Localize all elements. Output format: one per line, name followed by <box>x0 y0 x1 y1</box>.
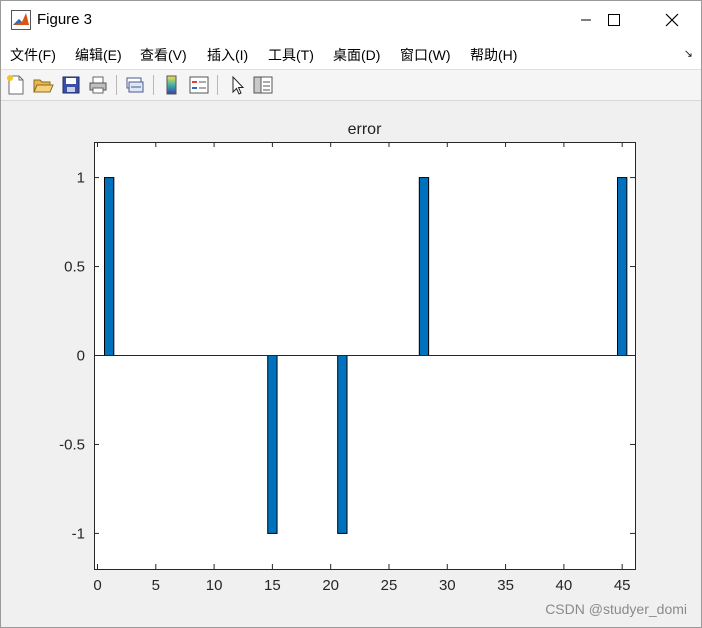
menu-view[interactable]: 查看(V) <box>140 45 187 65</box>
x-tick-label: 40 <box>556 577 573 594</box>
chart-title: error <box>348 121 382 138</box>
y-tick-label: 1 <box>77 170 85 187</box>
dock-arrow-icon[interactable]: ↘ <box>684 47 693 60</box>
y-tick-label: -0.5 <box>59 436 85 453</box>
x-tick-label: 25 <box>381 577 398 594</box>
menu-window[interactable]: 窗口(W) <box>400 45 451 65</box>
menu-desktop[interactable]: 桌面(D) <box>333 45 380 65</box>
toolbar-separator <box>116 75 117 95</box>
property-editor-icon[interactable] <box>252 74 274 96</box>
y-tick-label: 0 <box>77 348 85 365</box>
pointer-icon[interactable] <box>226 74 248 96</box>
y-tick-label: 0.5 <box>64 259 85 276</box>
legend-icon[interactable] <box>188 74 210 96</box>
bar <box>617 177 628 357</box>
axes-plot[interactable]: error 0 5 10 15 20 25 30 35 40 45 1 0.5 0 -0.5 -1 <box>1 101 701 627</box>
menu-bar: 文件(F) 编辑(E) 查看(V) 插入(I) 工具(T) 桌面(D) 窗口(W… <box>1 39 701 70</box>
close-button[interactable] <box>649 1 695 39</box>
close-icon <box>665 13 679 27</box>
link-plot-icon[interactable] <box>124 74 146 96</box>
window-title: Figure 3 <box>37 11 93 28</box>
x-tick-label: 10 <box>206 577 223 594</box>
bar <box>103 177 115 357</box>
bar <box>418 177 430 357</box>
open-file-icon[interactable] <box>32 74 54 96</box>
menu-file[interactable]: 文件(F) <box>10 45 56 65</box>
watermark: CSDN @studyer_domi <box>545 601 687 617</box>
colorbar-icon[interactable] <box>161 74 183 96</box>
toolbar-separator <box>217 75 218 95</box>
menu-edit[interactable]: 编辑(E) <box>75 45 122 65</box>
x-tick-label: 0 <box>93 577 101 594</box>
figure-canvas: error 0 5 10 15 20 25 30 35 40 45 1 0.5 0 -0.5 -1 CSDN… <box>1 101 701 627</box>
save-icon[interactable] <box>60 74 82 96</box>
print-icon[interactable] <box>87 74 109 96</box>
new-figure-icon[interactable] <box>5 74 27 96</box>
toolbar-separator <box>153 75 154 95</box>
bar <box>337 355 348 534</box>
toolbar <box>1 70 701 101</box>
x-tick-label: 45 <box>614 577 631 594</box>
x-tick-label: 5 <box>152 577 160 594</box>
y-tick-label: -1 <box>72 525 85 542</box>
menu-tools[interactable]: 工具(T) <box>268 45 314 65</box>
menu-help[interactable]: 帮助(H) <box>470 45 517 65</box>
maximize-icon <box>608 14 620 26</box>
bar <box>267 355 278 534</box>
x-tick-label: 15 <box>264 577 281 594</box>
title-bar[interactable]: Figure 3 <box>1 1 701 39</box>
menu-insert[interactable]: 插入(I) <box>207 45 248 65</box>
x-tick-label: 30 <box>439 577 456 594</box>
x-tick-label: 20 <box>322 577 339 594</box>
figure-window: Figure 3 文件(F) 编辑(E) 查看(V) 插入(I) 工具(T) 桌… <box>0 0 702 628</box>
maximize-button[interactable] <box>591 1 637 39</box>
matlab-logo-icon <box>11 10 31 30</box>
x-tick-label: 35 <box>497 577 514 594</box>
